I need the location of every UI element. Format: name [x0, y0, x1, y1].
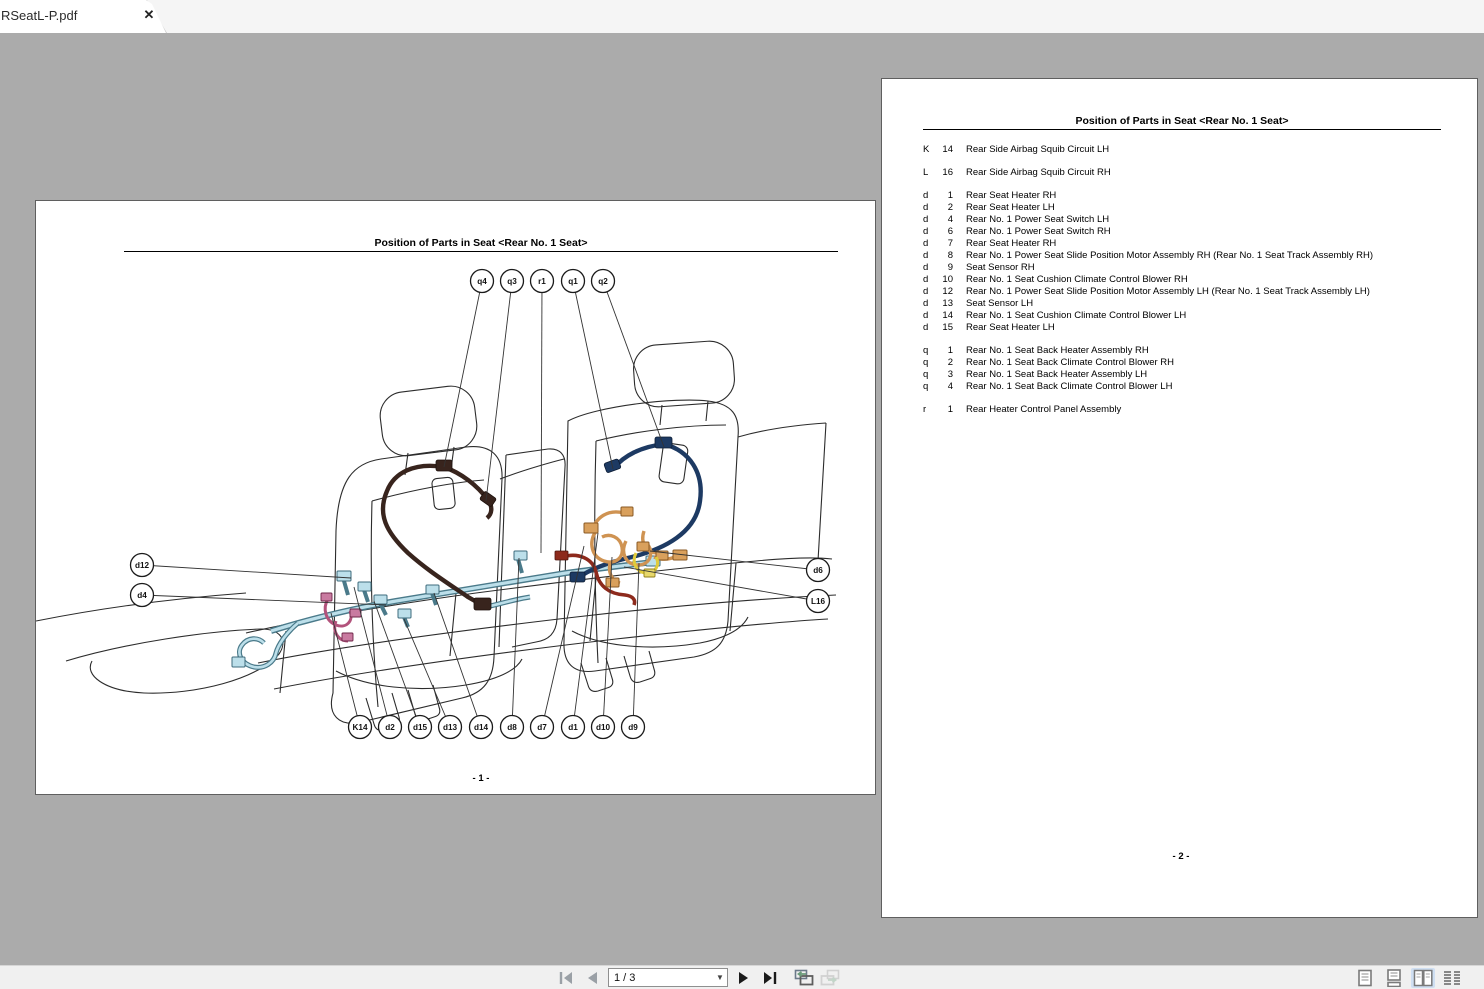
svg-text:d14: d14	[474, 723, 489, 732]
wire-pink-squib	[321, 593, 361, 641]
seat-wiring-diagram: q4 q3 r1 q1 q2 K14 d2 d15 d13 d14 d8 d7 d1 d10 d9 d12 d4…	[36, 201, 877, 796]
part-row: d8Rear No. 1 Power Seat Slide Position M…	[923, 250, 1463, 262]
svg-text:L16: L16	[811, 597, 826, 606]
callout-q3: q3	[486, 270, 524, 502]
part-row: q4Rear No. 1 Seat Back Climate Control B…	[923, 381, 1463, 393]
callout-d14: d14	[434, 593, 493, 739]
dropdown-caret-icon: ▼	[713, 973, 727, 982]
svg-text:d7: d7	[537, 723, 547, 732]
svg-text:d13: d13	[443, 723, 458, 732]
svg-text:d8: d8	[507, 723, 517, 732]
svg-text:r1: r1	[538, 277, 546, 286]
svg-text:q1: q1	[568, 277, 578, 286]
part-row: d7Rear Seat Heater RH	[923, 238, 1463, 250]
document-tab[interactable]: RSeatL-P.pdf ✕	[0, 0, 166, 33]
pdf-page-1: Position of Parts in Seat <Rear No. 1 Se…	[35, 200, 876, 795]
part-row: d15Rear Seat Heater LH	[923, 322, 1463, 334]
callout-d9: d9	[622, 563, 645, 739]
part-row: d1Rear Seat Heater RH	[923, 190, 1463, 202]
svg-text:q4: q4	[477, 277, 487, 286]
callout-d12: d12	[131, 554, 352, 579]
part-row: d10Rear No. 1 Seat Cushion Climate Contr…	[923, 274, 1463, 286]
part-row: r1Rear Heater Control Panel Assembly	[923, 404, 1463, 416]
history-forward-button[interactable]	[820, 969, 840, 987]
part-row: L16Rear Side Airbag Squib Circuit RH	[923, 167, 1463, 179]
part-row: K14Rear Side Airbag Squib Circuit LH	[923, 144, 1463, 156]
history-back-button[interactable]	[794, 969, 814, 987]
page-navigation: 1 / 3 ▼	[556, 967, 840, 988]
pdf-page-2: Position of Parts in Seat <Rear No. 1 Se…	[881, 78, 1478, 918]
svg-text:q3: q3	[507, 277, 517, 286]
callout-r1: r1	[531, 270, 554, 554]
continuous-facing-view-button[interactable]	[1440, 968, 1464, 988]
callouts: q4 q3 r1 q1 q2 K14 d2 d15 d13 d14 d8 d7 d1 d10 d9 d12 d4…	[131, 270, 830, 739]
document-canvas[interactable]: Position of Parts in Seat <Rear No. 1 Se…	[0, 33, 1484, 965]
svg-text:d1: d1	[568, 723, 578, 732]
page2-title: Position of Parts in Seat <Rear No. 1 Se…	[923, 115, 1441, 130]
single-page-view-button[interactable]	[1353, 968, 1377, 988]
view-mode-buttons	[1353, 967, 1464, 988]
part-row: q3Rear No. 1 Seat Back Heater Assembly L…	[923, 369, 1463, 381]
svg-text:d15: d15	[413, 723, 428, 732]
tab-bar: RSeatL-P.pdf ✕	[0, 0, 1484, 33]
svg-text:d2: d2	[385, 723, 395, 732]
part-row: q1Rear No. 1 Seat Back Heater Assembly R…	[923, 345, 1463, 357]
tab-close-icon[interactable]: ✕	[141, 7, 157, 23]
bottom-toolbar: 1 / 3 ▼	[0, 965, 1484, 989]
tab-title: RSeatL-P.pdf	[1, 8, 77, 23]
page-indicator: 1 / 3	[609, 972, 713, 984]
part-row: d6Rear No. 1 Power Seat Switch RH	[923, 226, 1463, 238]
part-row: d14Rear No. 1 Seat Cushion Climate Contr…	[923, 310, 1463, 322]
last-page-button[interactable]	[760, 969, 780, 987]
first-page-button[interactable]	[556, 969, 576, 987]
page2-footer: - 2 -	[1173, 851, 1190, 862]
svg-text:d4: d4	[137, 591, 147, 600]
svg-text:q2: q2	[598, 277, 608, 286]
page-number-combobox[interactable]: 1 / 3 ▼	[608, 968, 728, 987]
part-row: d4Rear No. 1 Power Seat Switch LH	[923, 214, 1463, 226]
parts-list: K14Rear Side Airbag Squib Circuit LH L16R…	[923, 144, 1463, 427]
svg-text:d9: d9	[628, 723, 638, 732]
seat-outline-artwork	[36, 340, 836, 731]
svg-text:d6: d6	[813, 566, 823, 575]
continuous-view-button[interactable]	[1382, 968, 1406, 988]
part-row: d13Seat Sensor LH	[923, 298, 1463, 310]
svg-text:d12: d12	[135, 561, 150, 570]
part-row: d9Seat Sensor RH	[923, 262, 1463, 274]
page1-footer: - 1 -	[473, 773, 490, 784]
part-row: d12Rear No. 1 Power Seat Slide Position …	[923, 286, 1463, 298]
part-row: d2Rear Seat Heater LH	[923, 202, 1463, 214]
previous-page-button[interactable]	[582, 969, 602, 987]
next-page-button[interactable]	[734, 969, 754, 987]
facing-pages-view-button[interactable]	[1411, 968, 1435, 988]
callout-q4: q4	[444, 270, 494, 468]
part-row: q2Rear No. 1 Seat Back Climate Control B…	[923, 357, 1463, 369]
svg-text:d10: d10	[596, 723, 611, 732]
svg-text:K14: K14	[352, 723, 367, 732]
